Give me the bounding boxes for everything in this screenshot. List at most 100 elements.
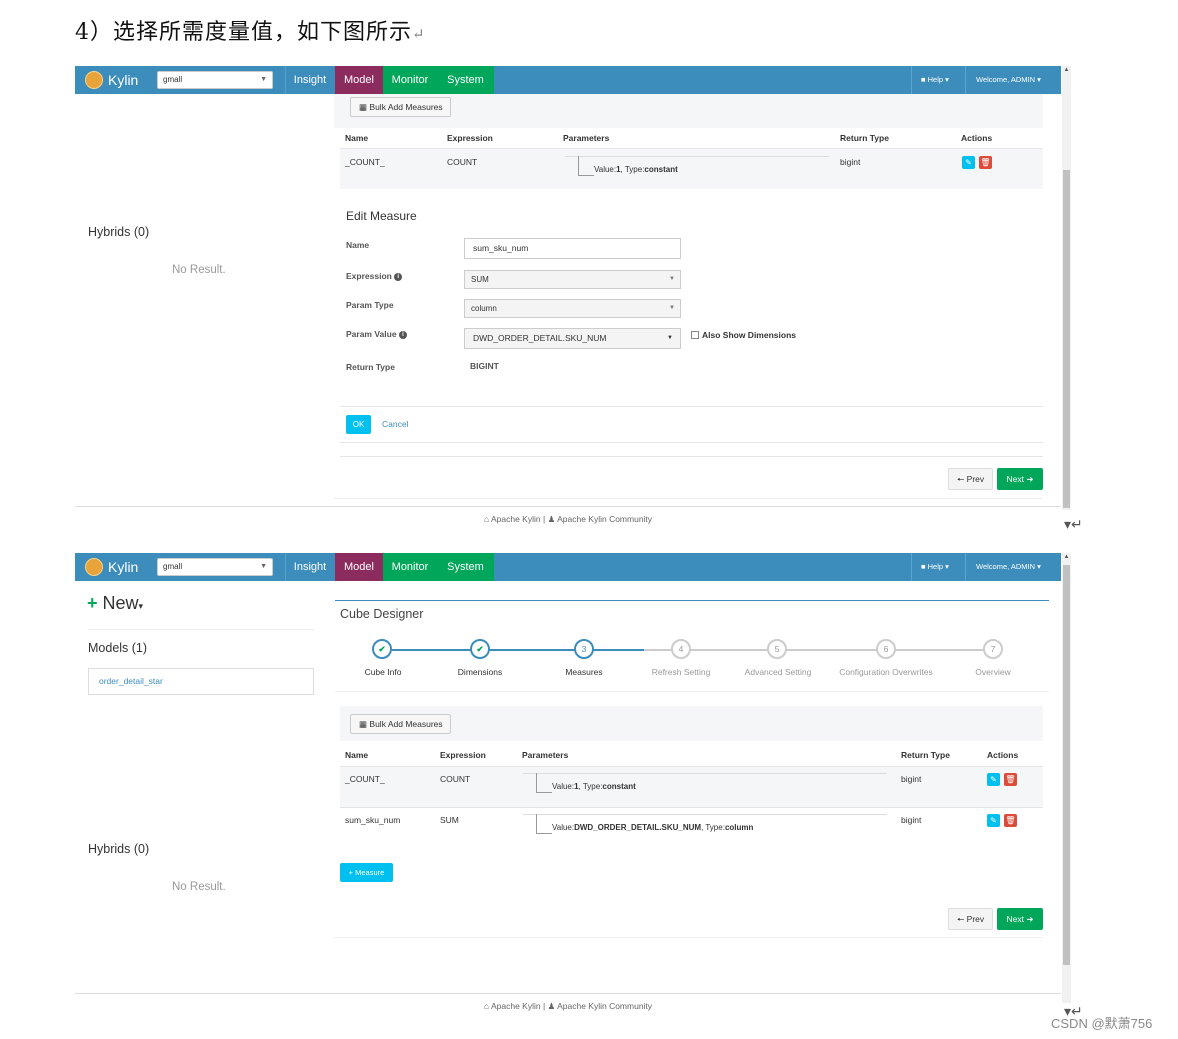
plus-icon: + <box>87 593 98 613</box>
measure-parameters: Value:DWD_ORDER_DETAIL.SKU_NUM, Type:col… <box>523 814 887 836</box>
user-menu[interactable]: Welcome, ADMIN ▾ <box>976 553 1041 581</box>
step-6-circle[interactable]: 6 <box>876 639 896 659</box>
screenshot-edit-measure: Kylin gmall ▼ Insight Model Monitor Syste… <box>75 66 1071 530</box>
scrollbar[interactable]: ▲ <box>1062 553 1071 1003</box>
hybrids-title: Hybrids (0) <box>88 842 150 856</box>
trash-icon[interactable]: 🗑 <box>979 156 992 169</box>
nav-system[interactable]: System <box>437 553 494 581</box>
edit-icon[interactable]: ✎ <box>962 156 975 169</box>
return-type-label: Return Type <box>346 362 395 372</box>
bulk-add-measures-button[interactable]: ▦ Bulk Add Measures <box>350 97 451 117</box>
nav-insight[interactable]: Insight <box>286 553 334 581</box>
scrollbar[interactable]: ▲ <box>1062 66 1071 510</box>
step-7-label[interactable]: Overview <box>938 667 1048 677</box>
col-name: Name <box>345 133 369 143</box>
step-5-label[interactable]: Advanced Setting <box>723 667 833 677</box>
no-result-text: No Result. <box>172 881 226 893</box>
screenshot-measures-list: Kylin gmall ▼ Insight Model Monitor Syste… <box>75 553 1071 1018</box>
ok-button[interactable]: OK <box>346 415 371 434</box>
trash-icon[interactable]: 🗑 <box>1004 814 1017 827</box>
param-type-select[interactable]: column ▼ <box>464 299 681 318</box>
col-expression: Expression <box>440 750 486 760</box>
step-5-circle[interactable]: 5 <box>767 639 787 659</box>
chevron-down-icon: ▼ <box>260 76 267 83</box>
edit-icon[interactable]: ✎ <box>987 814 1000 827</box>
step-7-circle[interactable]: 7 <box>983 639 1003 659</box>
kylin-logo-icon <box>85 558 103 576</box>
nav-monitor[interactable]: Monitor <box>383 553 437 581</box>
scroll-up-icon[interactable]: ▲ <box>1062 66 1071 75</box>
param-type-label: Param Type <box>346 300 394 310</box>
step-4-circle[interactable]: 4 <box>671 639 691 659</box>
brand-label: Kylin <box>108 559 139 575</box>
col-parameters: Parameters <box>522 750 569 760</box>
scroll-thumb[interactable] <box>1063 565 1070 965</box>
measure-parameters: Value:1, Type:constant <box>523 773 887 795</box>
step-1-circle[interactable]: ✔ <box>372 639 392 659</box>
cancel-button[interactable]: Cancel <box>382 419 408 429</box>
footer-link-community[interactable]: Apache Kylin Community <box>557 514 652 524</box>
csdn-watermark: CSDN @默萧756 <box>1051 1016 1153 1031</box>
name-label: Name <box>346 240 370 250</box>
top-navbar: Kylin gmall ▼ Insight Model Monitor Syste… <box>75 553 1061 581</box>
measure-return-type: bigint <box>901 774 922 784</box>
col-name: Name <box>345 750 369 760</box>
help-menu[interactable]: ■ Help ▾ <box>921 553 949 581</box>
wizard-remaining-bar <box>644 649 993 651</box>
edit-measure-title: Edit Measure <box>346 209 417 223</box>
project-select[interactable]: gmall ▼ <box>157 558 273 576</box>
return-type-value: BIGINT <box>470 361 499 371</box>
footer: ⌂ Apache Kylin | ♟ Apache Kylin Communit… <box>483 1001 653 1011</box>
step-3-label[interactable]: Measures <box>529 667 639 677</box>
nav-insight[interactable]: Insight <box>286 66 334 94</box>
footer-link-kylin[interactable]: Apache Kylin <box>491 1001 541 1011</box>
kylin-logo[interactable]: Kylin <box>85 70 138 90</box>
info-icon: i <box>398 330 407 339</box>
home-icon: ⌂ <box>483 1001 490 1011</box>
kylin-logo[interactable]: Kylin <box>85 557 138 577</box>
prev-button[interactable]: 🠔 Prev <box>948 468 993 490</box>
col-actions: Actions <box>987 750 1019 760</box>
expression-select[interactable]: SUM ▼ <box>464 270 681 289</box>
col-actions: Actions <box>961 133 993 143</box>
step-3-circle[interactable]: 3 <box>574 639 594 659</box>
help-menu[interactable]: ■ Help ▾ <box>921 66 949 94</box>
nav-monitor[interactable]: Monitor <box>383 66 437 94</box>
prev-button[interactable]: 🠔 Prev <box>948 908 993 930</box>
chevron-down-icon: ▼ <box>667 335 673 341</box>
chevron-down-icon: ▼ <box>669 276 675 282</box>
home-icon: ⌂ <box>483 514 490 524</box>
model-item-order-detail-star[interactable]: order_detail_star <box>88 668 314 695</box>
footer-link-community[interactable]: Apache Kylin Community <box>557 1001 652 1011</box>
step-2-circle[interactable]: ✔ <box>470 639 490 659</box>
param-value-label: Param Value i <box>346 329 407 339</box>
step-6-label[interactable]: Configuration Overwrites <box>831 667 941 677</box>
also-show-dimensions-checkbox[interactable] <box>691 331 699 339</box>
scroll-thumb[interactable] <box>1063 170 1070 508</box>
step-1-label[interactable]: Cube Info <box>328 667 438 677</box>
footer-link-kylin[interactable]: Apache Kylin <box>491 514 541 524</box>
nav-system[interactable]: System <box>437 66 494 94</box>
param-value-select[interactable]: DWD_ORDER_DETAIL.SKU_NUM ▼ <box>464 328 681 349</box>
new-button[interactable]: + New▾ <box>87 593 143 614</box>
hybrids-title: Hybrids (0) <box>88 225 150 239</box>
measure-expression: SUM <box>440 815 459 825</box>
trash-icon[interactable]: 🗑 <box>1004 773 1017 786</box>
add-measure-button[interactable]: + Measure <box>340 863 393 882</box>
measure-name: sum_sku_num <box>345 815 401 825</box>
next-button[interactable]: Next ➜ <box>997 908 1043 930</box>
user-menu[interactable]: Welcome, ADMIN ▾ <box>976 66 1041 94</box>
edit-icon[interactable]: ✎ <box>987 773 1000 786</box>
scroll-up-icon[interactable]: ▲ <box>1062 553 1071 562</box>
step-2-label[interactable]: Dimensions <box>425 667 535 677</box>
measure-name-input[interactable]: sum_sku_num <box>464 238 681 259</box>
bulk-add-measures-button[interactable]: ▦ Bulk Add Measures <box>350 714 451 734</box>
users-icon: ♟ <box>547 1001 556 1011</box>
project-select[interactable]: gmall ▼ <box>157 71 273 89</box>
measure-return-type: bigint <box>901 815 922 825</box>
nav-model[interactable]: Model <box>335 66 383 94</box>
next-button[interactable]: Next ➜ <box>997 468 1043 490</box>
step-4-label[interactable]: Refresh Setting <box>626 667 736 677</box>
chevron-down-icon: ▼ <box>669 305 675 311</box>
nav-model[interactable]: Model <box>335 553 383 581</box>
